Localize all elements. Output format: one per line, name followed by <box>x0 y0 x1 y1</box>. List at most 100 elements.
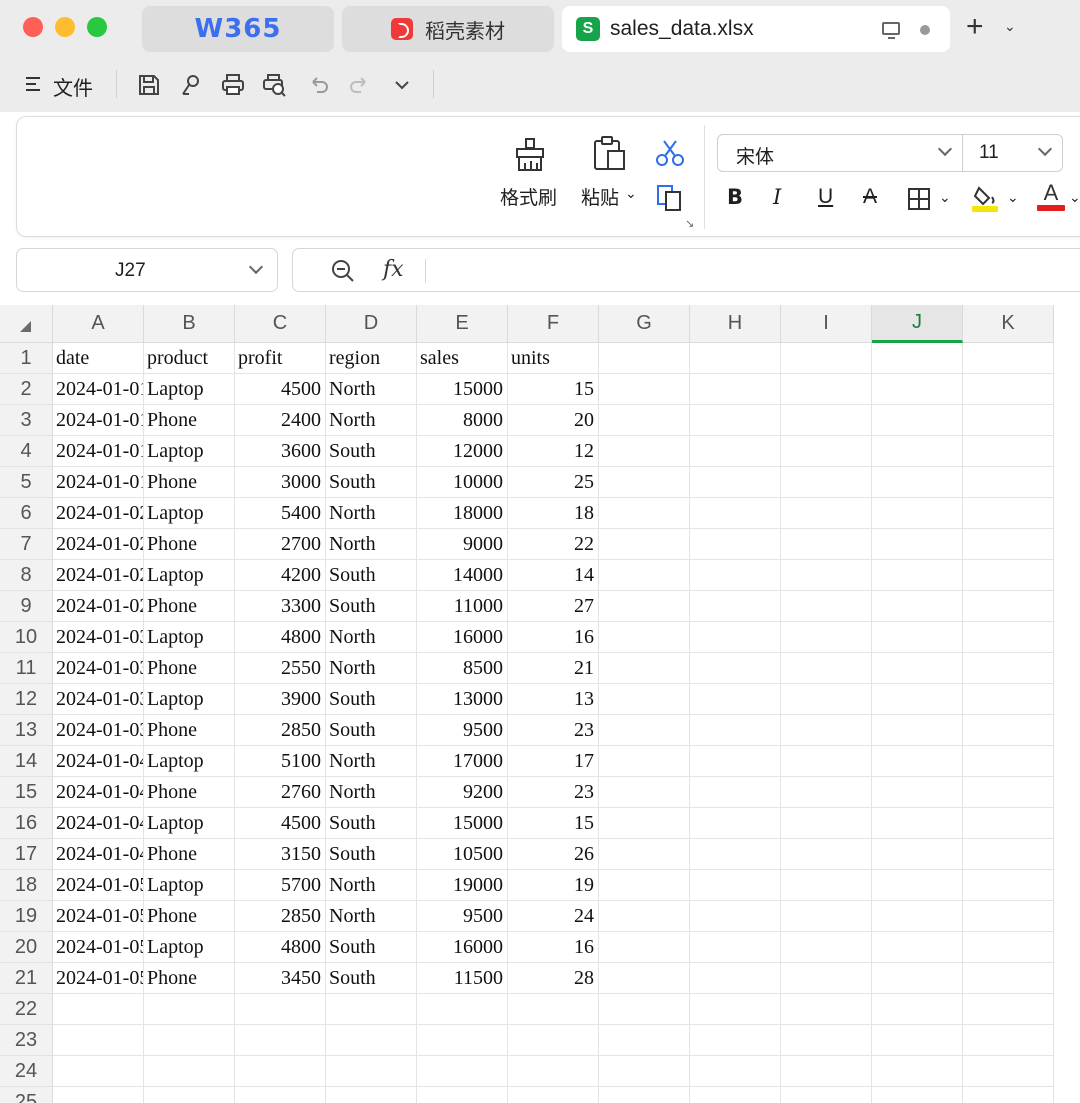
pen-icon[interactable] <box>178 72 204 98</box>
cell-d24[interactable] <box>326 1056 417 1087</box>
row-header-17[interactable]: 17 <box>0 839 53 870</box>
font-size-select[interactable]: 11 <box>963 134 1063 172</box>
cell-e21[interactable]: 11500 <box>417 963 508 994</box>
new-tab-plus-icon[interactable]: + <box>966 12 984 42</box>
cell-j6[interactable] <box>872 498 963 529</box>
cell-k6[interactable] <box>963 498 1054 529</box>
cell-i10[interactable] <box>781 622 872 653</box>
cell-f19[interactable]: 24 <box>508 901 599 932</box>
cell-g11[interactable] <box>599 653 690 684</box>
cell-h11[interactable] <box>690 653 781 684</box>
cell-i19[interactable] <box>781 901 872 932</box>
cell-a18[interactable]: 2024-01-05 <box>53 870 144 901</box>
cell-h15[interactable] <box>690 777 781 808</box>
cell-b4[interactable]: Laptop <box>144 436 235 467</box>
cell-b20[interactable]: Laptop <box>144 932 235 963</box>
cell-d17[interactable]: South <box>326 839 417 870</box>
cell-a6[interactable]: 2024-01-02 <box>53 498 144 529</box>
cell-k18[interactable] <box>963 870 1054 901</box>
cell-h25[interactable] <box>690 1087 781 1103</box>
paste-chevron-icon[interactable]: ⌄ <box>625 185 637 202</box>
cell-a20[interactable]: 2024-01-05 <box>53 932 144 963</box>
insert-function-button[interactable]: fx <box>383 257 404 282</box>
cell-f14[interactable]: 17 <box>508 746 599 777</box>
cell-k21[interactable] <box>963 963 1054 994</box>
column-header-g[interactable]: G <box>599 305 690 343</box>
cell-k20[interactable] <box>963 932 1054 963</box>
cell-k11[interactable] <box>963 653 1054 684</box>
cell-b15[interactable]: Phone <box>144 777 235 808</box>
cell-k17[interactable] <box>963 839 1054 870</box>
cell-d15[interactable]: North <box>326 777 417 808</box>
cell-i23[interactable] <box>781 1025 872 1056</box>
cell-b2[interactable]: Laptop <box>144 374 235 405</box>
cell-h14[interactable] <box>690 746 781 777</box>
cell-k2[interactable] <box>963 374 1054 405</box>
cell-h19[interactable] <box>690 901 781 932</box>
cell-k19[interactable] <box>963 901 1054 932</box>
cell-k8[interactable] <box>963 560 1054 591</box>
bold-button[interactable]: B <box>727 185 743 209</box>
cell-f9[interactable]: 27 <box>508 591 599 622</box>
cell-c18[interactable]: 5700 <box>235 870 326 901</box>
cell-h7[interactable] <box>690 529 781 560</box>
cell-j15[interactable] <box>872 777 963 808</box>
cell-i2[interactable] <box>781 374 872 405</box>
redo-icon[interactable] <box>347 72 373 98</box>
cell-c16[interactable]: 4500 <box>235 808 326 839</box>
cell-b11[interactable]: Phone <box>144 653 235 684</box>
cell-e2[interactable]: 15000 <box>417 374 508 405</box>
cell-d10[interactable]: North <box>326 622 417 653</box>
row-header-24[interactable]: 24 <box>0 1056 53 1087</box>
cell-g5[interactable] <box>599 467 690 498</box>
cell-e25[interactable] <box>417 1087 508 1103</box>
cell-e22[interactable] <box>417 994 508 1025</box>
zoom-out-icon[interactable] <box>331 259 355 283</box>
fill-color-icon[interactable] <box>971 183 1001 213</box>
cell-i11[interactable] <box>781 653 872 684</box>
cell-c10[interactable]: 4800 <box>235 622 326 653</box>
cell-c22[interactable] <box>235 994 326 1025</box>
cell-h1[interactable] <box>690 343 781 374</box>
cell-j8[interactable] <box>872 560 963 591</box>
cell-i5[interactable] <box>781 467 872 498</box>
cell-f10[interactable]: 16 <box>508 622 599 653</box>
column-header-k[interactable]: K <box>963 305 1054 343</box>
cell-c21[interactable]: 3450 <box>235 963 326 994</box>
chevron-down-icon[interactable] <box>248 259 264 275</box>
cell-g2[interactable] <box>599 374 690 405</box>
cell-j1[interactable] <box>872 343 963 374</box>
cell-c11[interactable]: 2550 <box>235 653 326 684</box>
underline-button[interactable]: U <box>818 185 833 209</box>
paste-label[interactable]: 粘贴 <box>581 183 619 210</box>
cell-b17[interactable]: Phone <box>144 839 235 870</box>
cell-f24[interactable] <box>508 1056 599 1087</box>
row-header-2[interactable]: 2 <box>0 374 53 405</box>
row-header-22[interactable]: 22 <box>0 994 53 1025</box>
cell-i1[interactable] <box>781 343 872 374</box>
cell-d21[interactable]: South <box>326 963 417 994</box>
cell-c7[interactable]: 2700 <box>235 529 326 560</box>
row-header-25[interactable]: 25 <box>0 1087 53 1103</box>
cell-g14[interactable] <box>599 746 690 777</box>
cell-b1[interactable]: product <box>144 343 235 374</box>
cell-j7[interactable] <box>872 529 963 560</box>
cell-i13[interactable] <box>781 715 872 746</box>
cell-g19[interactable] <box>599 901 690 932</box>
cell-e10[interactable]: 16000 <box>417 622 508 653</box>
cell-f20[interactable]: 16 <box>508 932 599 963</box>
cell-f7[interactable]: 22 <box>508 529 599 560</box>
cell-h18[interactable] <box>690 870 781 901</box>
cell-a19[interactable]: 2024-01-05 <box>53 901 144 932</box>
cell-b9[interactable]: Phone <box>144 591 235 622</box>
cell-i3[interactable] <box>781 405 872 436</box>
cell-a16[interactable]: 2024-01-04 <box>53 808 144 839</box>
column-header-b[interactable]: B <box>144 305 235 343</box>
cell-j17[interactable] <box>872 839 963 870</box>
cell-k23[interactable] <box>963 1025 1054 1056</box>
cell-c3[interactable]: 2400 <box>235 405 326 436</box>
cell-e3[interactable]: 8000 <box>417 405 508 436</box>
cell-c4[interactable]: 3600 <box>235 436 326 467</box>
row-header-9[interactable]: 9 <box>0 591 53 622</box>
cell-a24[interactable] <box>53 1056 144 1087</box>
